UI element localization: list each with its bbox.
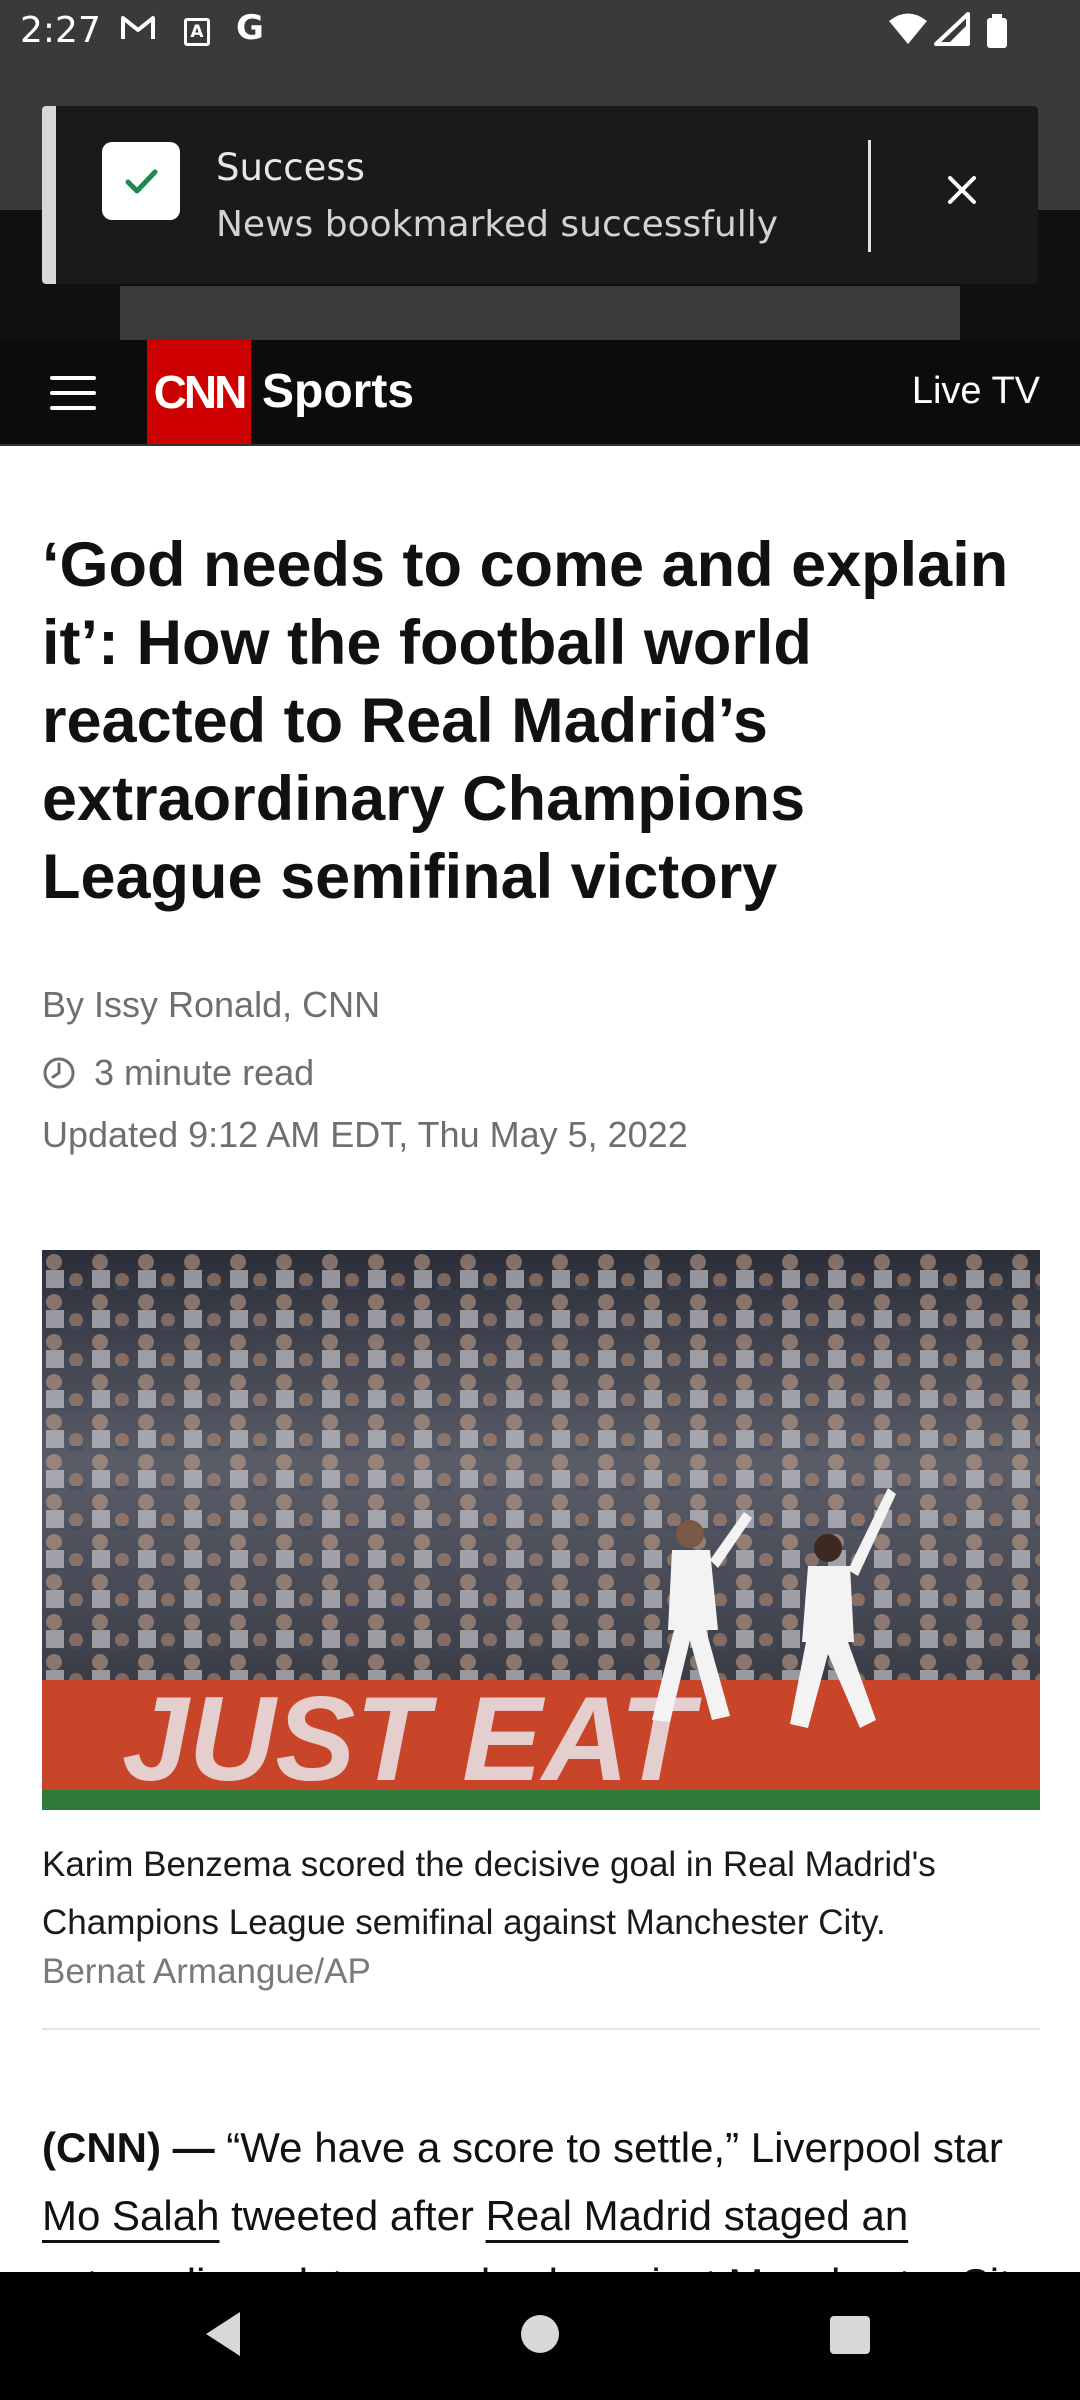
photo-caption: Karim Benzema scored the decisive goal i… [42, 1845, 936, 1942]
cnn-logo[interactable]: CNN [147, 340, 251, 444]
article-photo: JUST EAT [42, 1250, 1040, 1810]
system-nav-bar [0, 2272, 1080, 2400]
photo-credit: Bernat Armangue/AP [42, 1952, 371, 1991]
google-icon: G [236, 8, 264, 48]
back-button[interactable] [200, 2308, 246, 2365]
article-byline: By Issy Ronald, CNN [42, 984, 381, 1025]
body-text: “We have a score to settle,” Liverpool s… [214, 2124, 1003, 2171]
success-toast: Success News bookmarked successfully [42, 106, 1038, 284]
toast-title: Success [216, 146, 365, 189]
banner-text: JUST EAT [122, 1672, 702, 1806]
mo-salah-link[interactable]: Mo Salah [42, 2192, 219, 2239]
menu-icon[interactable] [46, 366, 100, 420]
read-time: 3 minute read [42, 1052, 314, 1094]
check-icon [102, 142, 180, 220]
signal-icon [934, 12, 970, 50]
article-headline: ‘God needs to come and explain it’: How … [42, 530, 1009, 912]
close-icon[interactable] [932, 160, 992, 220]
toast-message: News bookmarked successfully [216, 204, 779, 245]
article-body: (CNN) — “We have a score to settle,” Liv… [42, 2114, 1052, 2272]
status-time: 2:27 [20, 10, 101, 51]
article-updated: Updated 9:12 AM EDT, Thu May 5, 2022 [42, 1114, 688, 1155]
ad-placeholder [120, 286, 960, 340]
home-button[interactable] [518, 2312, 562, 2361]
read-time-label: 3 minute read [94, 1052, 315, 1093]
battery-icon [986, 14, 1008, 52]
caption-divider [42, 2028, 1040, 2030]
status-bar: 2:27 A G [0, 0, 1080, 66]
section-title[interactable]: Sports [262, 364, 414, 419]
body-text: City [948, 2260, 1031, 2272]
wifi-icon [888, 12, 928, 50]
gmail-icon [120, 14, 156, 50]
clock-icon [43, 1057, 75, 1089]
toast-divider [868, 140, 871, 252]
recents-button[interactable] [828, 2314, 872, 2361]
body-lead: (CNN) — [42, 2124, 215, 2171]
body-text: tweeted after [219, 2192, 486, 2239]
a-box-icon: A [184, 18, 210, 46]
live-tv-link[interactable]: Live TV [912, 370, 1040, 413]
site-header: CNN Sports Live TV [0, 340, 1080, 446]
